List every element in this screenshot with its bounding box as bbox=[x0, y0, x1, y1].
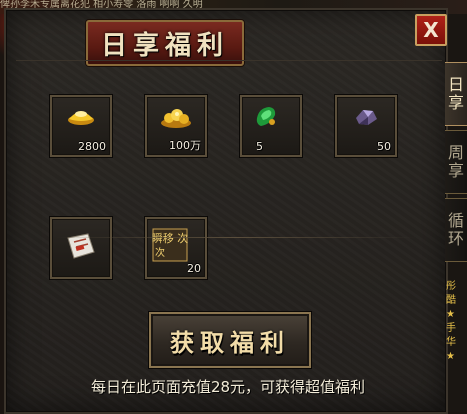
claim-benefits-button[interactable]: 获取福利 bbox=[149, 312, 311, 368]
purple-ore-icon bbox=[353, 106, 379, 132]
reward-qty: 5 bbox=[256, 140, 263, 153]
svg-text:次: 次 bbox=[155, 246, 165, 259]
tab-weekly[interactable]: 周 享 bbox=[445, 130, 467, 194]
section-divider bbox=[56, 237, 416, 238]
reward-slot-gold-ingot[interactable]: 2800 bbox=[50, 95, 112, 157]
close-button[interactable]: X bbox=[415, 14, 447, 46]
background-side-text: 彤 酷 ★ 手 华 ★ bbox=[446, 281, 456, 362]
tab-label-top: 周 bbox=[447, 143, 464, 162]
tab-label-bottom: 环 bbox=[447, 229, 464, 248]
recharge-info-text: 每日在此页面充值28元，可获得超值福利 bbox=[90, 378, 366, 396]
reward-qty: 20 bbox=[187, 262, 201, 275]
reward-slot-teleport-stone[interactable]: 瞬移 次 次 20 bbox=[145, 217, 207, 279]
reward-grid: 2800 100万 5 50 瞬移 次 次 20 bbox=[16, 60, 442, 313]
reward-slot-scroll[interactable] bbox=[50, 217, 112, 279]
tab-cycle[interactable]: 循 环 bbox=[445, 198, 467, 262]
tab-label-bottom: 享 bbox=[447, 161, 464, 180]
claim-benefits-label: 获取福利 bbox=[170, 327, 290, 357]
reward-slot-jade-gem[interactable]: 5 bbox=[240, 95, 302, 157]
reward-qty: 2800 bbox=[78, 140, 106, 153]
close-icon: X bbox=[423, 18, 439, 42]
tab-label-bottom: 享 bbox=[447, 93, 464, 112]
tab-label-top: 循 bbox=[447, 211, 464, 230]
daily-benefits-panel: 日享福利 2800 100万 5 50 瞬移 次 次 20 获取福利 每日在此页… bbox=[4, 8, 448, 414]
tab-daily[interactable]: 日 享 bbox=[445, 62, 467, 126]
green-jade-icon bbox=[253, 104, 279, 134]
gold-pile-icon bbox=[159, 106, 193, 132]
reward-slot-gold-pile[interactable]: 100万 bbox=[145, 95, 207, 157]
window-title: 日享福利 bbox=[100, 30, 229, 61]
reward-qty: 50 bbox=[377, 140, 391, 153]
reward-qty: 100万 bbox=[169, 139, 201, 152]
reward-slot-purple-ore[interactable]: 50 bbox=[335, 95, 397, 157]
tab-label-top: 日 bbox=[447, 75, 464, 94]
teleport-icon: 瞬移 次 次 bbox=[152, 228, 188, 266]
gold-ingot-icon bbox=[66, 107, 96, 131]
